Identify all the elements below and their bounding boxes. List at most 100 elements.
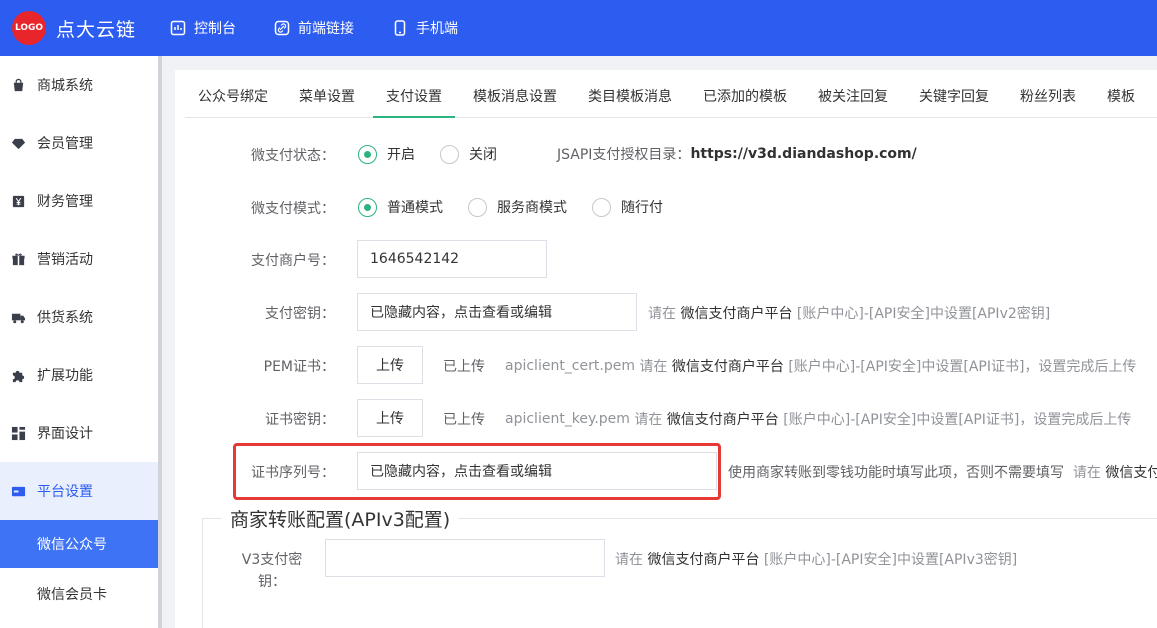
pay-mode-normal-radio[interactable]: 普通模式 <box>358 197 443 217</box>
settings-panel-icon <box>11 486 26 496</box>
sidebar-item-platform-settings[interactable]: 平台设置 <box>0 462 158 520</box>
hint-prefix: 请在 <box>1072 465 1101 481</box>
sidebar: 商城系统 会员管理 财务管理 营销活动 供货系统 扩展功能 界面设计 平台设置 … <box>0 56 158 628</box>
label-line: 钥： <box>258 574 286 590</box>
tab-payment-settings[interactable]: 支付设置 <box>373 70 455 118</box>
sidebar-item-label: 营销活动 <box>37 252 93 268</box>
pay-mode-label: 微支付模式： <box>251 201 335 217</box>
pay-status-group: 开启 关闭 JSAPI支付授权目录： https://v3d.diandasho… <box>358 144 917 164</box>
dashboard-icon <box>170 20 186 36</box>
sidebar-sub-wechat-card[interactable]: 微信会员卡 <box>0 568 158 620</box>
sidebar-item-supply[interactable]: 供货系统 <box>0 288 158 346</box>
upload-status: 已上传 <box>443 359 485 375</box>
sidebar-item-extensions[interactable]: 扩展功能 <box>0 346 158 404</box>
bag-icon <box>13 78 24 91</box>
tab-template-message[interactable]: 模板消息设置 <box>460 70 570 118</box>
nav-mobile[interactable]: 手机端 <box>392 18 458 38</box>
uploaded-filename: apiclient_cert.pem <box>505 358 635 374</box>
top-header: LOGO 点大云链 控制台 前端链接 手机端 <box>0 0 1157 56</box>
sidebar-item-members[interactable]: 会员管理 <box>0 114 158 172</box>
merchant-id-label: 支付商户号： <box>251 253 335 269</box>
pay-mode-suixingfu-radio[interactable]: 随行付 <box>592 197 663 217</box>
cert-key-label: 证书密钥： <box>265 412 335 428</box>
yen-icon <box>12 195 25 207</box>
pem-upload-button[interactable]: 上传 <box>357 346 423 384</box>
hint-platform: 微信支付商户平台 <box>647 552 760 568</box>
pay-mode-provider-radio[interactable]: 服务商模式 <box>468 197 567 217</box>
radio-dot <box>468 197 487 217</box>
hint-platform: 微信支付商户平台 <box>671 359 784 375</box>
tab-follow-reply[interactable]: 被关注回复 <box>805 70 901 118</box>
radio-dot <box>358 197 377 217</box>
sidebar-divider <box>158 56 162 628</box>
sidebar-item-label: 商城系统 <box>37 78 93 94</box>
tab-template[interactable]: 模板 <box>1094 70 1148 118</box>
nav-label: 控制台 <box>194 21 236 37</box>
cert-key-hint: 已上传 apiclient_key.pem 请在 微信支付商户平台 [账户中心]… <box>443 409 1131 429</box>
brand[interactable]: LOGO 点大云链 <box>0 11 170 45</box>
logo-badge: LOGO <box>12 11 46 45</box>
layout-icon <box>11 426 26 440</box>
hint-platform: 微信支付商户平台 <box>680 306 793 322</box>
hint-suffix: [账户中心]-[API安全]中设置[API证书]，设置完成后上传 <box>783 412 1132 428</box>
pay-status-label: 微支付状态： <box>251 148 335 164</box>
truck-icon <box>11 313 26 323</box>
hint-suffix: [账户中心]-[API安全]中设置[API证书]，设置完成后上传 <box>788 359 1137 375</box>
pay-status-on-radio[interactable]: 开启 <box>358 144 415 164</box>
radio-label: 普通模式 <box>387 200 443 216</box>
hint-prefix: 请在 <box>648 306 676 322</box>
sidebar-item-label: 供货系统 <box>37 310 93 326</box>
jsapi-label: JSAPI支付授权目录： <box>557 147 691 163</box>
uploaded-filename: apiclient_key.pem <box>505 411 630 427</box>
pem-cert-label: PEM证书： <box>263 359 335 375</box>
app-name: 点大云链 <box>56 18 137 41</box>
hint-suffix: [账户中心]-[API安全]中设置[APIv2密钥] <box>796 306 1051 322</box>
pay-mode-group: 普通模式 服务商模式 随行付 <box>358 197 688 217</box>
v3-key-input[interactable] <box>325 539 605 577</box>
hint-platform: 微信支付商户平台 <box>666 412 779 428</box>
hint-text: 使用商家转账到零钱功能时填写此项，否则不需要填写 <box>728 465 1064 481</box>
pay-key-input[interactable]: 已隐藏内容，点击查看或编辑 <box>357 293 637 331</box>
sidebar-item-label: 扩展功能 <box>37 368 93 384</box>
cert-key-upload-button[interactable]: 上传 <box>357 399 423 437</box>
top-nav: 控制台 前端链接 手机端 <box>170 18 496 38</box>
section-border <box>202 518 203 628</box>
tab-keyword-reply[interactable]: 关键字回复 <box>906 70 1002 118</box>
highlight-annotation <box>233 443 721 500</box>
tab-added-templates[interactable]: 已添加的模板 <box>690 70 800 118</box>
radio-dot <box>440 144 459 164</box>
tab-menu-settings[interactable]: 菜单设置 <box>286 70 368 118</box>
sidebar-item-label: 平台设置 <box>37 484 93 500</box>
label-line: V3支付密 <box>241 552 303 568</box>
v3-key-hint: 请在 微信支付商户平台 [账户中心]-[API安全]中设置[APIv3密钥] <box>615 549 1017 569</box>
sidebar-item-finance[interactable]: 财务管理 <box>0 172 158 230</box>
pay-status-off-radio[interactable]: 关闭 <box>440 144 497 164</box>
cert-serial-hint: 使用商家转账到零钱功能时填写此项，否则不需要填写 请在 微信支付 <box>728 462 1157 482</box>
sidebar-item-ui-design[interactable]: 界面设计 <box>0 404 158 462</box>
nav-frontend-links[interactable]: 前端链接 <box>274 18 354 38</box>
sidebar-sub-wechat-official[interactable]: 微信公众号 <box>0 520 158 568</box>
diamond-icon <box>11 138 26 149</box>
sidebar-item-label: 界面设计 <box>37 426 93 442</box>
upload-status: 已上传 <box>443 412 485 428</box>
sidebar-item-label: 会员管理 <box>37 136 93 152</box>
jsapi-url: https://v3d.diandashop.com/ <box>690 146 917 162</box>
link-icon <box>274 20 290 36</box>
nav-label: 前端链接 <box>298 21 354 37</box>
radio-dot <box>358 144 377 164</box>
nav-dashboard[interactable]: 控制台 <box>170 18 236 38</box>
tab-fans-list[interactable]: 粉丝列表 <box>1007 70 1089 118</box>
sidebar-item-marketing[interactable]: 营销活动 <box>0 230 158 288</box>
merchant-id-input[interactable]: 1646542142 <box>357 240 547 278</box>
sidebar-item-mall[interactable]: 商城系统 <box>0 56 158 114</box>
tab-bar: 公众号绑定 菜单设置 支付设置 模板消息设置 类目模板消息 已添加的模板 被关注… <box>185 70 1157 118</box>
nav-label: 手机端 <box>416 21 458 37</box>
hint-prefix: 请在 <box>634 412 663 428</box>
hint-prefix: 请在 <box>639 359 668 375</box>
radio-label: 服务商模式 <box>497 200 567 216</box>
tab-category-template[interactable]: 类目模板消息 <box>575 70 685 118</box>
puzzle-icon <box>12 370 25 382</box>
hint-suffix: [账户中心]-[API安全]中设置[APIv3密钥] <box>763 552 1018 568</box>
hint-platform: 微信支付 <box>1105 465 1157 481</box>
tab-account-binding[interactable]: 公众号绑定 <box>185 70 281 118</box>
